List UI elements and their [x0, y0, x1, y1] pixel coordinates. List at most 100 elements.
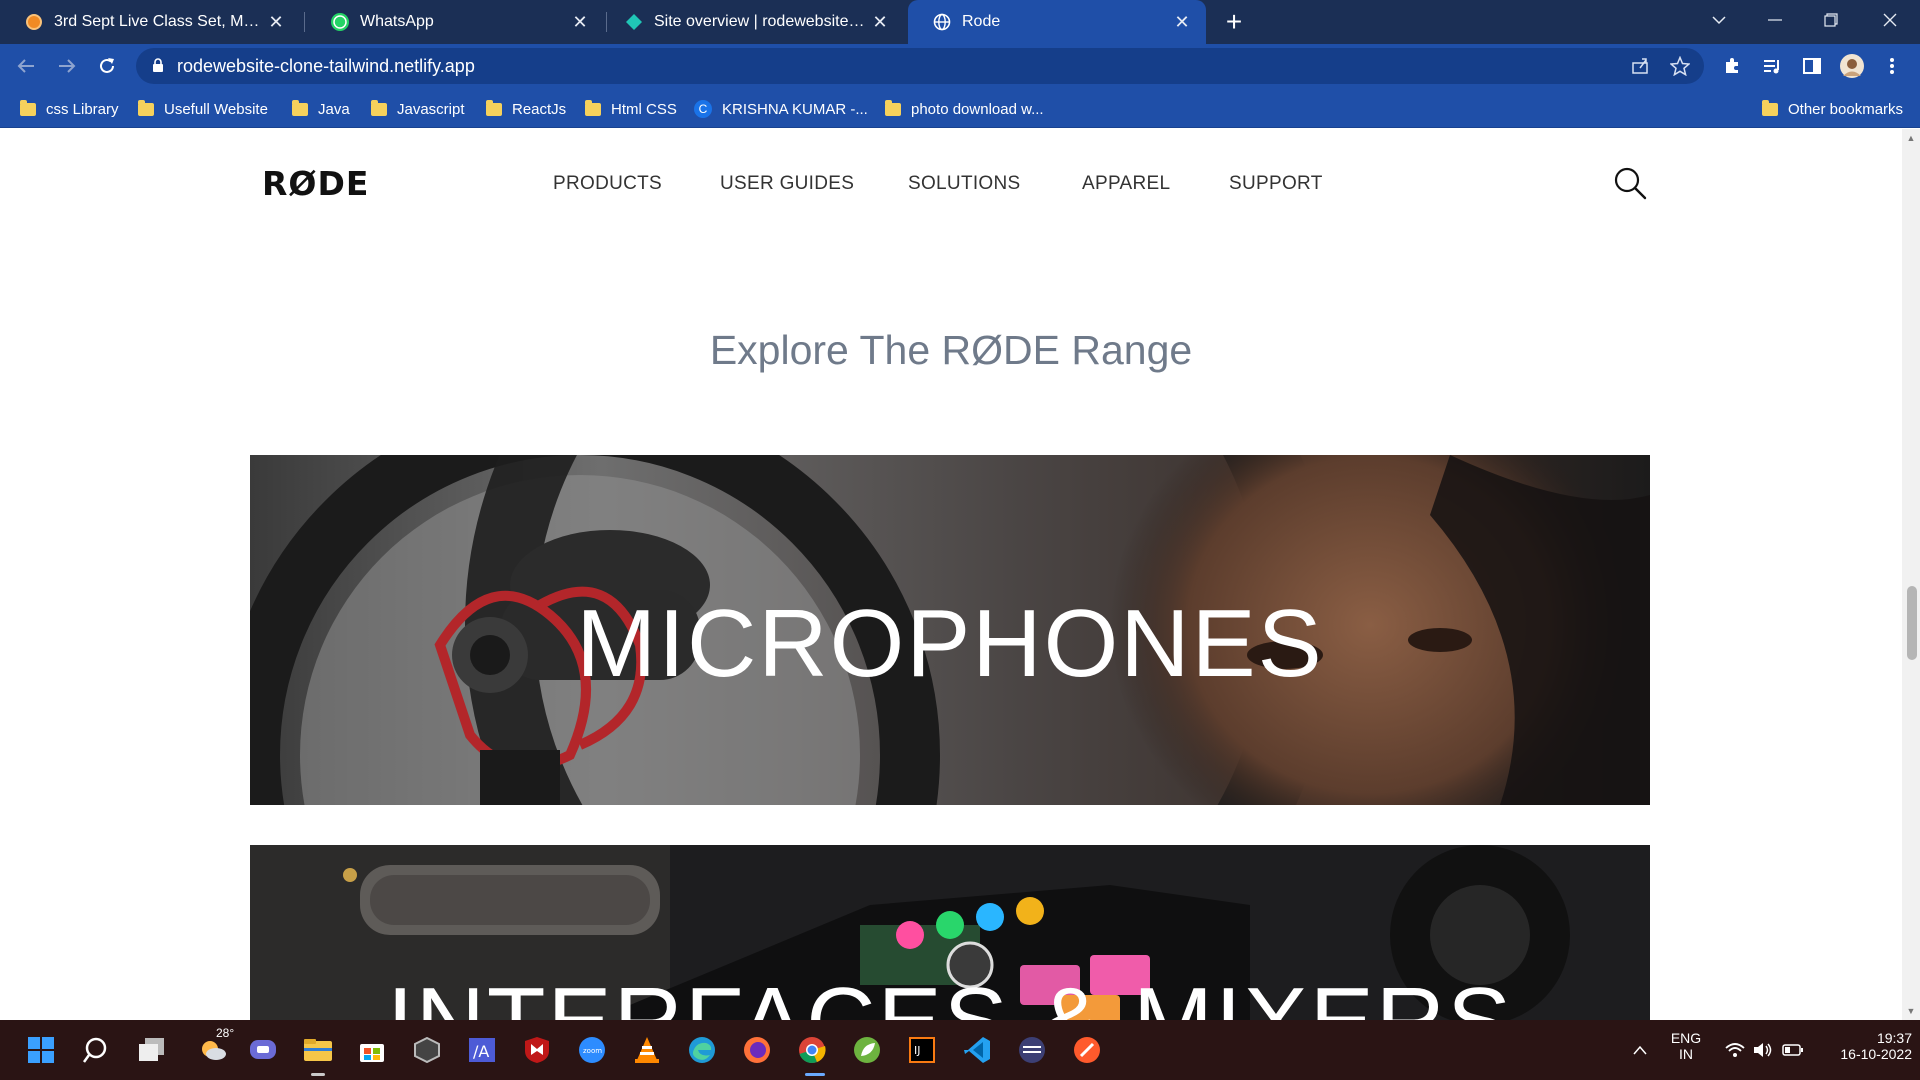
side-panel-icon[interactable] [1796, 50, 1828, 82]
zoom-icon[interactable]: zoom [572, 1030, 612, 1070]
mcafee-icon[interactable] [517, 1030, 557, 1070]
page-scrollbar[interactable]: ▲ ▼ [1902, 129, 1920, 1020]
lock-icon[interactable] [152, 58, 164, 78]
wifi-icon[interactable] [1720, 1030, 1750, 1070]
browser-tab[interactable]: Site overview | rodewebsite-clone ✕ [600, 0, 904, 44]
bookmark-folder[interactable]: Html CSS [585, 97, 677, 121]
bookmark-label: Java [318, 100, 350, 118]
weather-icon[interactable]: 28° [188, 1026, 238, 1070]
store-icon[interactable] [352, 1030, 392, 1070]
firefox-icon[interactable] [737, 1030, 777, 1070]
extensions-icon[interactable] [1716, 50, 1748, 82]
bookmark-folder[interactable]: Java [292, 97, 350, 121]
close-tab-icon[interactable]: ✕ [262, 8, 290, 36]
browser-toolbar: rodewebsite-clone-tailwind.netlify.app [0, 44, 1920, 88]
language-code: ENG [1670, 1030, 1702, 1046]
app-icon[interactable] [1012, 1030, 1052, 1070]
bookmarks-bar: css Library Usefull Website Java Javascr… [0, 88, 1920, 128]
new-tab-button[interactable]: + [1218, 6, 1250, 38]
visual-studio-icon[interactable]: /A [462, 1030, 502, 1070]
folder-icon [292, 99, 308, 116]
nav-solutions[interactable]: SOLUTIONS [908, 173, 1021, 195]
card-title: INTERFACES & MIXERS [250, 967, 1650, 1020]
edge-icon[interactable] [682, 1030, 722, 1070]
intellij-icon[interactable]: IJ [902, 1030, 942, 1070]
vscode-icon[interactable] [957, 1030, 997, 1070]
forward-icon[interactable] [51, 50, 83, 82]
close-tab-icon[interactable]: ✕ [866, 8, 894, 36]
netlify-icon [624, 12, 644, 32]
bookmark-link[interactable]: C KRISHNA KUMAR -... [694, 97, 868, 121]
language-indicator[interactable]: ENG IN [1666, 1030, 1706, 1062]
chrome-icon[interactable] [792, 1030, 832, 1070]
start-icon[interactable] [21, 1030, 61, 1070]
bookmark-label: ReactJs [512, 100, 567, 118]
globe-icon [932, 12, 952, 32]
orange-circle-icon [24, 12, 44, 32]
reload-icon[interactable] [91, 50, 123, 82]
other-bookmarks-folder[interactable]: Other bookmarks [1762, 97, 1903, 121]
weather-temp: 28° [216, 1026, 235, 1040]
web-page: RØDE PRODUCTS USER GUIDES SOLUTIONS APPA… [0, 129, 1902, 1020]
profile-avatar[interactable] [1836, 50, 1868, 82]
brave-icon[interactable] [1067, 1030, 1107, 1070]
search-icon[interactable] [1613, 166, 1647, 200]
tab-search-icon[interactable] [1691, 0, 1747, 40]
bookmark-star-icon[interactable] [1664, 50, 1696, 82]
browser-tab[interactable]: WhatsApp ✕ [306, 0, 604, 44]
nav-support[interactable]: SUPPORT [1229, 173, 1323, 195]
bookmark-label: Javascript [397, 100, 465, 118]
site-logo[interactable]: RØDE [262, 164, 369, 203]
category-card-interfaces-mixers[interactable]: INTERFACES & MIXERS [250, 845, 1650, 1020]
spring-tool-icon[interactable] [847, 1030, 887, 1070]
section-heading: Explore The RØDE Range [709, 327, 1193, 373]
file-explorer-icon[interactable] [298, 1030, 338, 1070]
menu-kebab-icon[interactable] [1876, 50, 1908, 82]
teams-chat-icon[interactable] [243, 1030, 283, 1070]
folder-icon [371, 99, 387, 116]
scroll-up-icon[interactable]: ▲ [1906, 133, 1916, 143]
bookmark-folder[interactable]: ReactJs [486, 97, 566, 121]
nav-apparel[interactable]: APPAREL [1082, 173, 1170, 195]
browser-tab[interactable]: 3rd Sept Live Class Set, Map , Clo ✕ [0, 0, 300, 44]
vlc-icon[interactable] [627, 1030, 667, 1070]
show-hidden-icons-icon[interactable] [1625, 1030, 1655, 1070]
browser-tab-active[interactable]: Rode ✕ [908, 0, 1206, 44]
url-text[interactable]: rodewebsite-clone-tailwind.netlify.app [177, 56, 475, 77]
running-indicator [311, 1073, 325, 1076]
search-icon[interactable] [77, 1030, 117, 1070]
restore-icon[interactable] [1803, 0, 1859, 40]
close-tab-icon[interactable]: ✕ [1168, 8, 1196, 36]
close-window-icon[interactable] [1862, 0, 1918, 40]
battery-icon[interactable] [1778, 1030, 1808, 1070]
bookmark-label: KRISHNA KUMAR -... [722, 100, 868, 118]
bookmark-folder[interactable]: photo download w... [885, 97, 1044, 121]
task-view-icon[interactable] [132, 1030, 172, 1070]
whatsapp-icon [330, 12, 350, 32]
close-tab-icon[interactable]: ✕ [566, 8, 594, 36]
bookmark-label: photo download w... [911, 100, 1044, 118]
clock-time: 19:37 [1876, 1030, 1912, 1046]
folder-icon [585, 99, 601, 116]
tab-title: Rode [962, 13, 1001, 30]
share-icon[interactable] [1624, 50, 1656, 82]
bookmark-folder[interactable]: Javascript [371, 97, 465, 121]
nav-products[interactable]: PRODUCTS [553, 173, 662, 195]
region-code: IN [1679, 1046, 1693, 1062]
tab-title: WhatsApp [360, 13, 434, 30]
bookmark-label: Html CSS [611, 100, 677, 118]
tab-title: 3rd Sept Live Class Set, Map , Clo [54, 13, 262, 30]
clock[interactable]: 19:37 16-10-2022 [1812, 1030, 1912, 1062]
scroll-thumb[interactable] [1907, 586, 1917, 660]
category-card-microphones[interactable]: MICROPHONES [250, 455, 1650, 805]
back-icon[interactable] [10, 50, 42, 82]
minimize-icon[interactable] [1747, 0, 1803, 40]
nav-user-guides[interactable]: USER GUIDES [720, 173, 854, 195]
unity-icon[interactable] [407, 1030, 447, 1070]
scroll-down-icon[interactable]: ▼ [1906, 1006, 1916, 1016]
media-queue-icon[interactable] [1756, 50, 1788, 82]
bookmark-folder[interactable]: css Library [20, 97, 119, 121]
volume-icon[interactable] [1748, 1030, 1778, 1070]
bookmark-folder[interactable]: Usefull Website [138, 97, 268, 121]
address-bar[interactable]: rodewebsite-clone-tailwind.netlify.app [136, 48, 1704, 84]
